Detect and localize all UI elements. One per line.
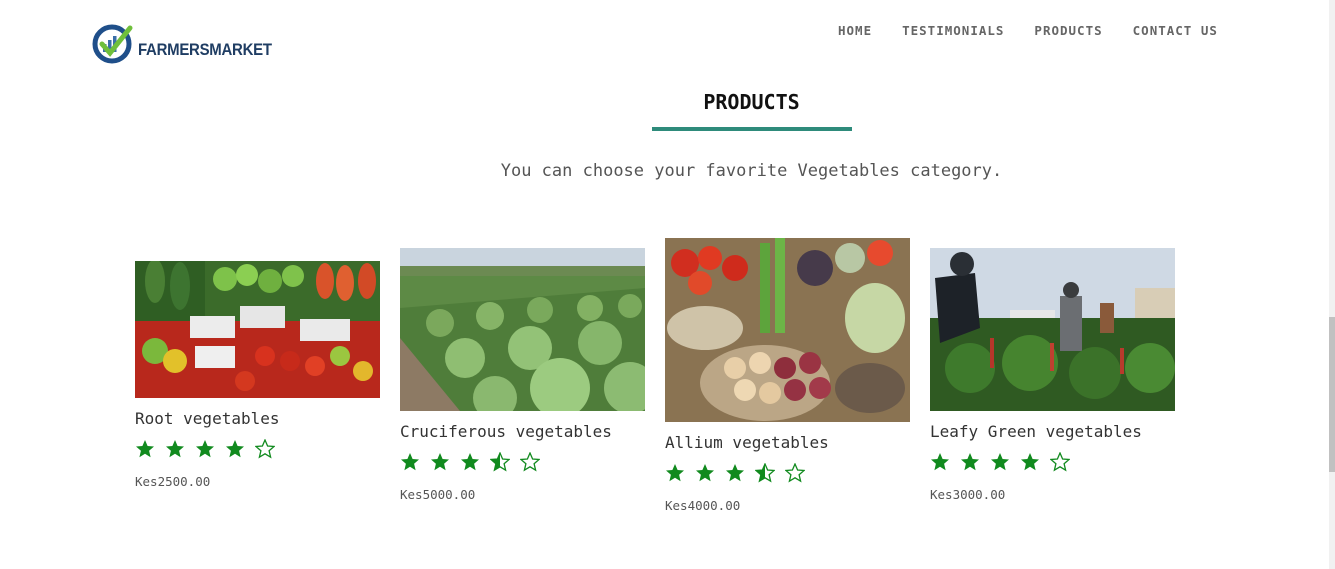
product-card-allium[interactable]: Allium vegetables Kes4000.00 [665,238,910,513]
nav-home[interactable]: HOME [838,23,872,38]
star-filled-icon [166,440,184,458]
product-card-cruciferous[interactable]: Cruciferous vegetables Kes5000.00 [400,248,645,502]
star-filled-icon [226,440,244,458]
section-subtitle: You can choose your favorite Vegetables … [500,161,1003,181]
product-name[interactable]: Root vegetables [135,409,380,428]
logo-text: FARMERSMARKET [138,40,272,59]
star-filled-icon [401,453,419,471]
star-empty-icon [1050,452,1070,472]
product-image[interactable] [665,238,910,422]
rating-stars [400,452,645,472]
main-nav: HOME TESTIMONIALS PRODUCTS CONTACT US [838,23,1248,38]
product-name[interactable]: Leafy Green vegetables [930,422,1175,441]
product-name[interactable]: Allium vegetables [665,433,910,452]
product-name[interactable]: Cruciferous vegetables [400,422,645,441]
logo[interactable]: FARMERSMARKET [92,22,290,64]
star-filled-icon [726,464,744,482]
product-price: Kes5000.00 [400,487,476,502]
star-filled-icon [991,453,1009,471]
rating-stars [135,439,380,459]
star-empty-icon [255,439,275,459]
star-filled-icon [696,464,714,482]
star-filled-icon [431,453,449,471]
star-half-icon [755,463,775,483]
star-empty-icon [785,463,805,483]
product-price: Kes4000.00 [665,498,741,513]
section-title: PRODUCTS [703,90,800,114]
title-underline [652,127,852,131]
product-price: Kes3000.00 [930,487,1006,502]
rating-stars [930,452,1175,472]
star-filled-icon [136,440,154,458]
product-price: Kes2500.00 [135,474,211,489]
star-filled-icon [931,453,949,471]
product-card-root[interactable]: Root vegetables Kes2500.00 [135,261,380,489]
star-filled-icon [961,453,979,471]
star-empty-icon [520,452,540,472]
star-filled-icon [461,453,479,471]
page-scrollbar[interactable] [1329,0,1335,569]
product-image[interactable] [400,248,645,411]
star-half-icon [490,452,510,472]
nav-contact-us[interactable]: CONTACT US [1133,23,1218,38]
star-filled-icon [666,464,684,482]
product-image[interactable] [135,261,380,398]
star-filled-icon [196,440,214,458]
logo-icon [92,24,133,64]
nav-testimonials[interactable]: TESTIMONIALS [902,23,1004,38]
scrollbar-thumb[interactable] [1329,317,1335,472]
rating-stars [665,463,910,483]
product-card-leafy[interactable]: Leafy Green vegetables Kes3000.00 [930,248,1175,502]
product-image[interactable] [930,248,1175,411]
nav-products[interactable]: PRODUCTS [1034,23,1102,38]
star-filled-icon [1021,453,1039,471]
